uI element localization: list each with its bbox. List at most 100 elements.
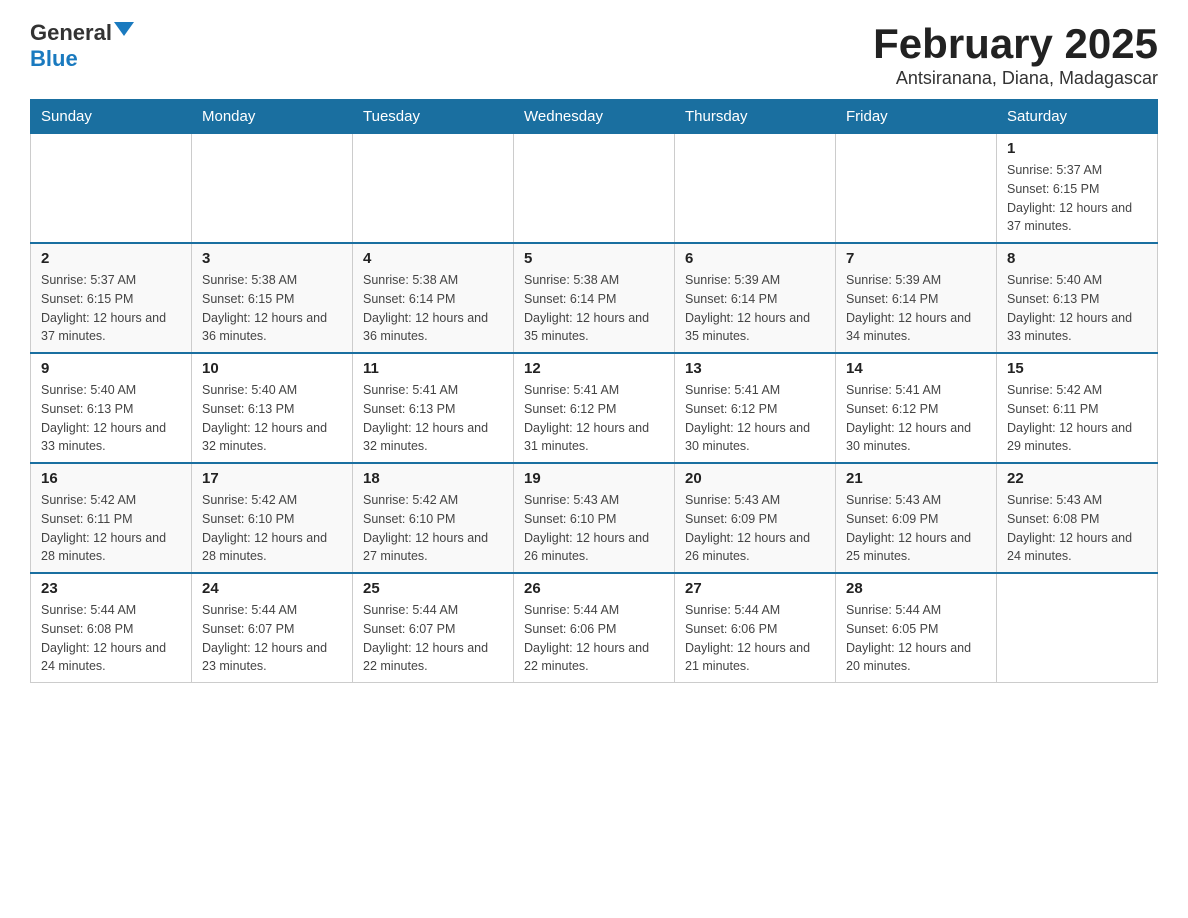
table-row: 20Sunrise: 5:43 AM Sunset: 6:09 PM Dayli… (675, 463, 836, 573)
day-number: 27 (685, 580, 825, 597)
day-info: Sunrise: 5:43 AM Sunset: 6:10 PM Dayligh… (524, 491, 664, 566)
day-info: Sunrise: 5:42 AM Sunset: 6:11 PM Dayligh… (41, 491, 181, 566)
day-info: Sunrise: 5:39 AM Sunset: 6:14 PM Dayligh… (685, 271, 825, 346)
day-number: 26 (524, 580, 664, 597)
table-row: 14 Sunrise: 5:41 AM Sunset: 6:12 PM Dayli… (836, 353, 997, 463)
table-row: 26 Sunrise: 5:44 AM Sunset: 6:06 PM Dayli… (514, 573, 675, 683)
table-row: 25 Sunrise: 5:44 AM Sunset: 6:07 PM Dayli… (353, 573, 514, 683)
day-number: 11 (363, 360, 503, 377)
table-row: 7Sunrise: 5:39 AM Sunset: 6:14 PM Daylig… (836, 243, 997, 353)
day-number: 17 (202, 470, 342, 487)
table-row (192, 134, 353, 244)
day-info: Sunrise: 5:40 AM Sunset: 6:13 PM Dayligh… (1007, 271, 1147, 346)
day-info: Sunrise: 5:40 AM Sunset: 6:13 PM Dayligh… (202, 381, 342, 456)
day-number: 4 (363, 250, 503, 267)
day-info: Sunrise: 5:37 AM Sunset: 6:15 PM Dayligh… (41, 271, 181, 346)
calendar-table: Sunday Monday Tuesday Wednesday Thursday… (30, 99, 1158, 683)
table-row: 17 Sunrise: 5:42 AM Sunset: 6:10 PM Dayli… (192, 463, 353, 573)
day-info: Sunrise: 5:42 AM Sunset: 6:10 PM Dayligh… (363, 491, 503, 566)
day-info: Sunrise: 5:43 AM Sunset: 6:09 PM Dayligh… (846, 491, 986, 566)
table-row: 21 Sunrise: 5:43 AM Sunset: 6:09 PM Dayli… (836, 463, 997, 573)
day-info: Sunrise: 5:43 AM Sunset: 6:09 PM Dayligh… (685, 491, 825, 566)
col-monday: Monday (192, 100, 353, 134)
table-row: 4Sunrise: 5:38 AM Sunset: 6:14 PM Daylig… (353, 243, 514, 353)
logo-blue: Blue (30, 46, 78, 72)
table-row: 12 Sunrise: 5:41 AM Sunset: 6:12 PM Dayli… (514, 353, 675, 463)
day-number: 5 (524, 250, 664, 267)
day-number: 23 (41, 580, 181, 597)
calendar-week-row: 2 Sunrise: 5:37 AM Sunset: 6:15 PM Daylig… (31, 243, 1158, 353)
day-number: 2 (41, 250, 181, 267)
table-row: 1Sunrise: 5:37 AM Sunset: 6:15 PM Daylig… (997, 134, 1158, 244)
day-info: Sunrise: 5:41 AM Sunset: 6:12 PM Dayligh… (685, 381, 825, 456)
day-info: Sunrise: 5:44 AM Sunset: 6:06 PM Dayligh… (685, 601, 825, 676)
calendar-week-row: 16 Sunrise: 5:42 AM Sunset: 6:11 PM Dayli… (31, 463, 1158, 573)
day-number: 28 (846, 580, 986, 597)
day-number: 18 (363, 470, 503, 487)
table-row (353, 134, 514, 244)
day-info: Sunrise: 5:41 AM Sunset: 6:12 PM Dayligh… (846, 381, 986, 456)
col-tuesday: Tuesday (353, 100, 514, 134)
calendar-week-row: 9 Sunrise: 5:40 AM Sunset: 6:13 PM Daylig… (31, 353, 1158, 463)
calendar-week-row: 1Sunrise: 5:37 AM Sunset: 6:15 PM Daylig… (31, 134, 1158, 244)
table-row: 11 Sunrise: 5:41 AM Sunset: 6:13 PM Dayli… (353, 353, 514, 463)
table-row: 9 Sunrise: 5:40 AM Sunset: 6:13 PM Daylig… (31, 353, 192, 463)
logo-triangle-icon (114, 22, 134, 36)
day-info: Sunrise: 5:41 AM Sunset: 6:13 PM Dayligh… (363, 381, 503, 456)
day-number: 13 (685, 360, 825, 377)
table-row (675, 134, 836, 244)
day-number: 6 (685, 250, 825, 267)
table-row: 13 Sunrise: 5:41 AM Sunset: 6:12 PM Dayli… (675, 353, 836, 463)
day-info: Sunrise: 5:44 AM Sunset: 6:07 PM Dayligh… (202, 601, 342, 676)
table-row: 24Sunrise: 5:44 AM Sunset: 6:07 PM Dayli… (192, 573, 353, 683)
day-number: 8 (1007, 250, 1147, 267)
table-row: 16 Sunrise: 5:42 AM Sunset: 6:11 PM Dayli… (31, 463, 192, 573)
logo: General Blue (30, 20, 134, 72)
table-row (31, 134, 192, 244)
table-row: 10Sunrise: 5:40 AM Sunset: 6:13 PM Dayli… (192, 353, 353, 463)
day-number: 14 (846, 360, 986, 377)
col-friday: Friday (836, 100, 997, 134)
day-info: Sunrise: 5:44 AM Sunset: 6:07 PM Dayligh… (363, 601, 503, 676)
day-info: Sunrise: 5:41 AM Sunset: 6:12 PM Dayligh… (524, 381, 664, 456)
table-row: 28 Sunrise: 5:44 AM Sunset: 6:05 PM Dayli… (836, 573, 997, 683)
day-number: 12 (524, 360, 664, 377)
day-info: Sunrise: 5:38 AM Sunset: 6:14 PM Dayligh… (524, 271, 664, 346)
col-thursday: Thursday (675, 100, 836, 134)
day-number: 25 (363, 580, 503, 597)
day-number: 19 (524, 470, 664, 487)
day-info: Sunrise: 5:42 AM Sunset: 6:10 PM Dayligh… (202, 491, 342, 566)
month-title: February 2025 (873, 20, 1158, 68)
day-number: 21 (846, 470, 986, 487)
day-number: 9 (41, 360, 181, 377)
calendar-header-row: Sunday Monday Tuesday Wednesday Thursday… (31, 100, 1158, 134)
day-info: Sunrise: 5:37 AM Sunset: 6:15 PM Dayligh… (1007, 161, 1147, 236)
day-info: Sunrise: 5:44 AM Sunset: 6:05 PM Dayligh… (846, 601, 986, 676)
page-header: General Blue February 2025 Antsiranana, … (30, 20, 1158, 89)
day-info: Sunrise: 5:40 AM Sunset: 6:13 PM Dayligh… (41, 381, 181, 456)
table-row: 19 Sunrise: 5:43 AM Sunset: 6:10 PM Dayli… (514, 463, 675, 573)
day-number: 22 (1007, 470, 1147, 487)
day-info: Sunrise: 5:42 AM Sunset: 6:11 PM Dayligh… (1007, 381, 1147, 456)
table-row (836, 134, 997, 244)
day-info: Sunrise: 5:43 AM Sunset: 6:08 PM Dayligh… (1007, 491, 1147, 566)
table-row: 18 Sunrise: 5:42 AM Sunset: 6:10 PM Dayli… (353, 463, 514, 573)
table-row: 6 Sunrise: 5:39 AM Sunset: 6:14 PM Daylig… (675, 243, 836, 353)
logo-general: General (30, 20, 112, 46)
calendar-week-row: 23 Sunrise: 5:44 AM Sunset: 6:08 PM Dayli… (31, 573, 1158, 683)
table-row: 27 Sunrise: 5:44 AM Sunset: 6:06 PM Dayli… (675, 573, 836, 683)
table-row: 5 Sunrise: 5:38 AM Sunset: 6:14 PM Daylig… (514, 243, 675, 353)
table-row: 15 Sunrise: 5:42 AM Sunset: 6:11 PM Dayli… (997, 353, 1158, 463)
table-row: 22 Sunrise: 5:43 AM Sunset: 6:08 PM Dayli… (997, 463, 1158, 573)
col-sunday: Sunday (31, 100, 192, 134)
day-number: 7 (846, 250, 986, 267)
day-number: 15 (1007, 360, 1147, 377)
day-number: 16 (41, 470, 181, 487)
day-info: Sunrise: 5:44 AM Sunset: 6:08 PM Dayligh… (41, 601, 181, 676)
day-info: Sunrise: 5:38 AM Sunset: 6:15 PM Dayligh… (202, 271, 342, 346)
day-info: Sunrise: 5:44 AM Sunset: 6:06 PM Dayligh… (524, 601, 664, 676)
table-row: 2 Sunrise: 5:37 AM Sunset: 6:15 PM Daylig… (31, 243, 192, 353)
col-wednesday: Wednesday (514, 100, 675, 134)
table-row (997, 573, 1158, 683)
table-row: 3Sunrise: 5:38 AM Sunset: 6:15 PM Daylig… (192, 243, 353, 353)
